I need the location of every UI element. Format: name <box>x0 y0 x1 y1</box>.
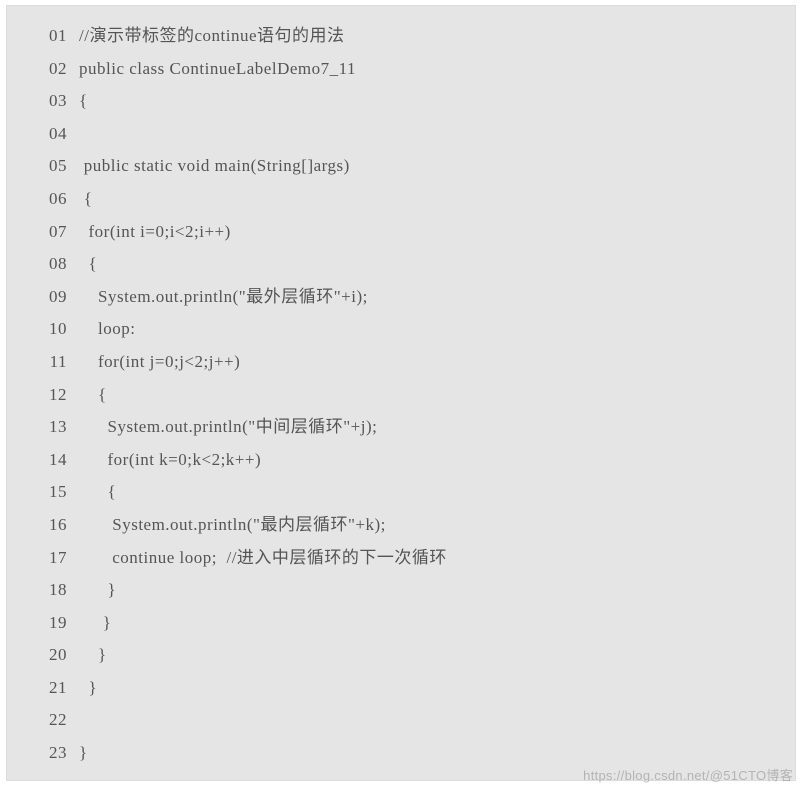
code-line: 13 System.out.println("中间层循环"+j); <box>31 411 771 444</box>
code-line: 01//演示带标签的continue语句的用法 <box>31 20 771 53</box>
code-line: 22 <box>31 704 771 737</box>
line-number: 08 <box>31 248 79 281</box>
line-number: 04 <box>31 118 79 151</box>
code-line: 14 for(int k=0;k<2;k++) <box>31 444 771 477</box>
line-number: 02 <box>31 53 79 86</box>
code-line: 19 } <box>31 607 771 640</box>
line-number: 17 <box>31 542 79 575</box>
line-text: } <box>79 574 116 607</box>
line-text: { <box>79 476 116 509</box>
line-text: } <box>79 639 107 672</box>
line-text: continue loop; //进入中层循环的下一次循环 <box>79 542 447 575</box>
code-line: 17 continue loop; //进入中层循环的下一次循环 <box>31 542 771 575</box>
line-text: } <box>79 672 97 705</box>
line-number: 03 <box>31 85 79 118</box>
line-text: System.out.println("中间层循环"+j); <box>79 411 377 444</box>
line-text: { <box>79 85 88 118</box>
line-text: { <box>79 379 107 412</box>
code-line: 18 } <box>31 574 771 607</box>
line-number: 20 <box>31 639 79 672</box>
line-text: public class ContinueLabelDemo7_11 <box>79 53 356 86</box>
code-line: 08 { <box>31 248 771 281</box>
line-text: { <box>79 248 97 281</box>
line-text: { <box>79 183 92 216</box>
line-number: 23 <box>31 737 79 770</box>
line-number: 11 <box>31 346 79 379</box>
line-number: 15 <box>31 476 79 509</box>
line-number: 01 <box>31 20 79 53</box>
line-number: 07 <box>31 216 79 249</box>
watermark: https://blog.csdn.net/@51CTO博客 <box>583 765 793 784</box>
code-line: 16 System.out.println("最内层循环"+k); <box>31 509 771 542</box>
line-number: 10 <box>31 313 79 346</box>
line-number: 16 <box>31 509 79 542</box>
line-text: //演示带标签的continue语句的用法 <box>79 20 344 53</box>
line-text: } <box>79 607 111 640</box>
line-number: 09 <box>31 281 79 314</box>
line-number: 13 <box>31 411 79 444</box>
line-number: 06 <box>31 183 79 216</box>
code-line: 20 } <box>31 639 771 672</box>
code-line: 09 System.out.println("最外层循环"+i); <box>31 281 771 314</box>
code-line: 03{ <box>31 85 771 118</box>
line-text: for(int i=0;i<2;i++) <box>79 216 231 249</box>
code-line: 15 { <box>31 476 771 509</box>
line-number: 19 <box>31 607 79 640</box>
line-number: 05 <box>31 150 79 183</box>
code-line: 06 { <box>31 183 771 216</box>
line-text: for(int k=0;k<2;k++) <box>79 444 261 477</box>
line-text: loop: <box>79 313 135 346</box>
line-number: 22 <box>31 704 79 737</box>
line-number: 14 <box>31 444 79 477</box>
code-line: 10 loop: <box>31 313 771 346</box>
code-block: 01//演示带标签的continue语句的用法 02public class C… <box>6 5 796 781</box>
line-number: 21 <box>31 672 79 705</box>
code-line: 05 public static void main(String[]args) <box>31 150 771 183</box>
line-text: System.out.println("最内层循环"+k); <box>79 509 386 542</box>
line-text: System.out.println("最外层循环"+i); <box>79 281 368 314</box>
code-line: 02public class ContinueLabelDemo7_11 <box>31 53 771 86</box>
code-line: 12 { <box>31 379 771 412</box>
line-text: public static void main(String[]args) <box>79 150 350 183</box>
line-text: } <box>79 737 88 770</box>
code-line: 04 <box>31 118 771 151</box>
line-number: 18 <box>31 574 79 607</box>
line-text: for(int j=0;j<2;j++) <box>79 346 240 379</box>
code-line: 21 } <box>31 672 771 705</box>
line-number: 12 <box>31 379 79 412</box>
code-line: 11 for(int j=0;j<2;j++) <box>31 346 771 379</box>
code-line: 07 for(int i=0;i<2;i++) <box>31 216 771 249</box>
